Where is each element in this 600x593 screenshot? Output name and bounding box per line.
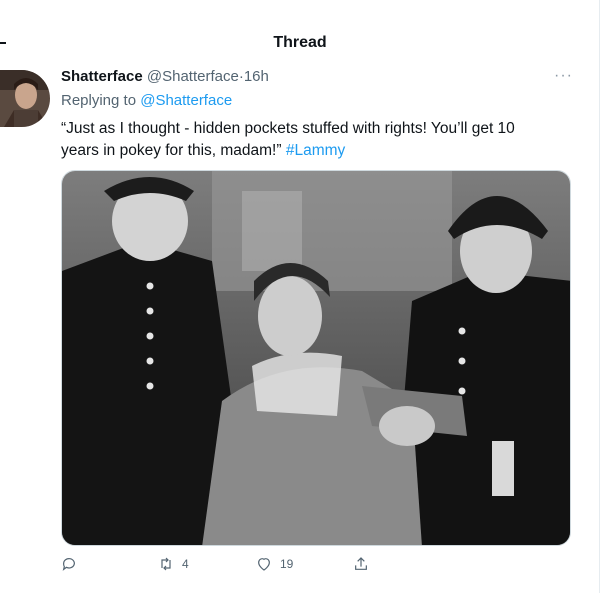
reply-icon xyxy=(62,558,75,571)
tweet-header: Shatterface @Shatterface·16h xyxy=(61,68,269,85)
like-icon xyxy=(258,558,270,571)
hashtag-link[interactable]: #Lammy xyxy=(286,142,345,159)
like-button[interactable]: 19 xyxy=(256,556,293,572)
author-name[interactable]: Shatterface xyxy=(61,68,143,85)
tweet-time[interactable]: 16h xyxy=(244,68,269,85)
replying-to: Replying to @Shatterface xyxy=(61,92,232,109)
tweet-text: “Just as I thought - hidden pockets stuf… xyxy=(61,118,551,162)
reply-button[interactable] xyxy=(61,556,85,572)
replying-to-mention[interactable]: @Shatterface xyxy=(140,92,232,109)
replying-prefix: Replying to xyxy=(61,92,137,109)
retweet-count: 4 xyxy=(182,557,189,571)
avatar[interactable] xyxy=(0,70,50,127)
tweet-actions: 4 19 xyxy=(0,556,600,578)
page-title: Thread xyxy=(273,34,327,51)
like-count: 19 xyxy=(280,557,294,571)
share-button[interactable] xyxy=(353,556,377,572)
retweet-icon xyxy=(161,557,171,571)
share-icon xyxy=(355,557,367,570)
retweet-button[interactable]: 4 xyxy=(158,556,189,572)
author-handle[interactable]: @Shatterface xyxy=(147,68,239,85)
tweet-photo[interactable] xyxy=(61,170,571,546)
more-icon[interactable]: ··· xyxy=(554,67,573,85)
